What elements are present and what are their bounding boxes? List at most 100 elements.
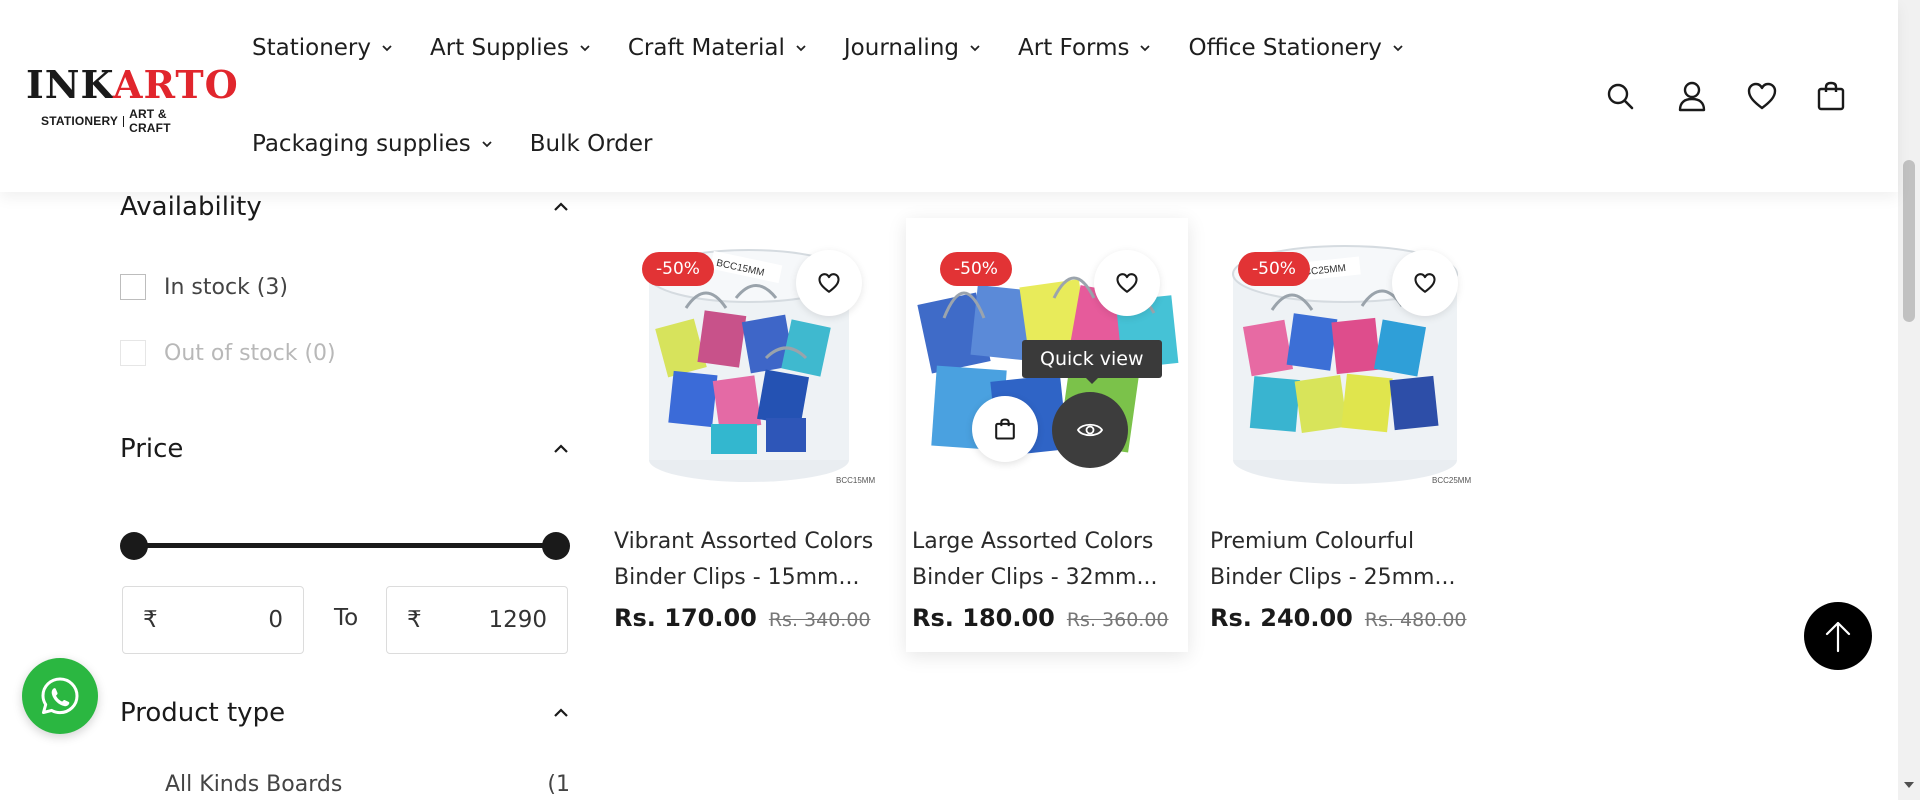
nav-label: Packaging supplies [252,131,471,157]
price-slider-track [134,543,556,548]
compare-price: Rs. 360.00 [1066,609,1169,631]
filter-option-label: Out of stock (0) [164,340,336,366]
product-price: Rs. 180.00 Rs. 360.00 [912,604,1169,632]
logo-tagline-divider [123,115,125,127]
filter-price-toggle[interactable]: Price [120,434,570,464]
logo-text-ink: INK [26,62,113,107]
nav-item-journaling[interactable]: Journaling [844,35,982,61]
price-slider-max-handle[interactable] [542,532,570,560]
logo-text-arto: ARTO [113,62,239,107]
shopping-bag-icon [995,418,1015,440]
chevron-down-icon [1140,45,1151,52]
product-card[interactable]: -50% Quick view Large Assorted Colors Bi… [906,218,1188,652]
price-slider-min-handle[interactable] [120,532,148,560]
nav-item-stationery[interactable]: Stationery [252,35,394,61]
price-max-field[interactable]: ₹ [386,586,568,654]
eye-icon [1077,423,1103,437]
search-icon[interactable] [1602,78,1638,114]
scroll-down-arrow-icon[interactable] [1904,782,1914,788]
nav-label: Stationery [252,35,371,61]
nav-item-office-stationery[interactable]: Office Stationery [1188,35,1404,61]
heart-icon[interactable] [1744,78,1780,114]
chevron-up-icon [554,708,568,717]
nav-label: Office Stationery [1188,35,1382,61]
nav-label: Art Forms [1018,35,1130,61]
chevron-down-icon [580,45,590,52]
discount-badge: -50% [1238,252,1310,286]
site-header: INKARTO STATIONERY ART & CRAFT Stationer… [0,0,1898,192]
filter-product-type-item[interactable]: All Kinds Boards (1 [165,772,570,797]
site-logo[interactable]: INKARTO STATIONERY ART & CRAFT [26,66,238,136]
chevron-down-icon [970,45,980,52]
user-icon[interactable] [1674,78,1710,114]
price-min-input[interactable] [165,607,283,633]
chevron-up-icon [554,444,568,453]
filter-product-type-toggle[interactable]: Product type [120,698,570,728]
nav-item-art-supplies[interactable]: Art Supplies [430,35,592,61]
product-title[interactable]: Premium Colourful Binder Clips - 25mm... [1210,524,1482,596]
product-price: Rs. 170.00 Rs. 340.00 [614,604,871,632]
quick-view-button[interactable] [1052,392,1128,468]
heart-icon [818,273,840,293]
heart-icon [1116,273,1138,293]
product-image-code: BCC15MM [836,476,875,485]
price-range-slider[interactable] [120,530,570,560]
whatsapp-icon [41,677,79,715]
filter-availability-toggle[interactable]: Availability [120,192,570,222]
checkbox[interactable] [120,274,146,300]
price-max-input[interactable] [429,607,547,633]
add-to-wishlist-button[interactable] [1094,250,1160,316]
product-card[interactable]: BCC15MM BCC15MM -50% Vibrant Assorted Co… [608,218,890,652]
price-min-field[interactable]: ₹ [122,586,304,654]
chevron-down-icon [482,141,492,148]
filter-option-label: All Kinds Boards [165,772,343,797]
filter-option-count: (1 [547,772,570,797]
quick-view-tooltip: Quick view [1022,340,1162,384]
chevron-down-icon [1393,45,1403,52]
filter-product-type-title: Product type [120,698,286,728]
product-card[interactable]: BCC25MM BCC25MM -50% Premium Colourful B… [1204,218,1486,652]
logo-tagline-stationery: STATIONERY [41,114,119,128]
price-to-label: To [334,605,359,631]
product-price: Rs. 240.00 Rs. 480.00 [1210,604,1467,632]
heart-icon [1414,273,1436,293]
nav-label: Craft Material [627,35,785,61]
chevron-down-icon [382,45,392,52]
discount-badge: -50% [940,252,1012,286]
compare-price: Rs. 340.00 [768,609,871,631]
scrollbar-thumb[interactable] [1903,160,1915,322]
logo-wordmark: INKARTO [26,66,238,104]
whatsapp-chat-button[interactable] [22,658,98,734]
product-title[interactable]: Large Assorted Colors Binder Clips - 32m… [912,524,1184,596]
nav-label: Bulk Order [529,131,653,157]
shopping-bag-icon[interactable] [1813,78,1849,114]
product-image-code: BCC25MM [1432,476,1471,485]
chevron-down-icon [796,45,806,52]
arrow-up-icon [1825,621,1851,653]
sale-price: Rs. 180.00 [912,604,1055,632]
nav-item-craft-material[interactable]: Craft Material [628,35,808,61]
logo-tagline: STATIONERY ART & CRAFT [26,107,208,135]
filter-price-title: Price [120,434,184,464]
back-to-top-button[interactable] [1804,602,1872,670]
compare-price: Rs. 480.00 [1364,609,1467,631]
checkbox [120,340,146,366]
filter-in-stock[interactable]: In stock (3) [120,274,288,300]
nav-item-art-forms[interactable]: Art Forms [1018,35,1152,61]
product-title[interactable]: Vibrant Assorted Colors Binder Clips - 1… [614,524,886,596]
sale-price: Rs. 240.00 [1210,604,1353,632]
currency-symbol: ₹ [407,607,422,633]
add-to-cart-button[interactable] [972,396,1038,462]
nav-item-packaging-supplies[interactable]: Packaging supplies [252,131,494,157]
nav-item-bulk-order[interactable]: Bulk Order [530,131,653,157]
add-to-wishlist-button[interactable] [1392,250,1458,316]
page-scrollbar[interactable] [1898,0,1920,800]
add-to-wishlist-button[interactable] [796,250,862,316]
chevron-up-icon [554,202,568,211]
discount-badge: -50% [642,252,714,286]
filter-availability-title: Availability [120,192,262,222]
nav-label: Art Supplies [430,35,569,61]
currency-symbol: ₹ [143,607,158,633]
logo-tagline-art-craft: ART & CRAFT [129,107,171,135]
main-nav-row-1: Stationery Art Supplies Craft Material J… [252,30,1441,66]
